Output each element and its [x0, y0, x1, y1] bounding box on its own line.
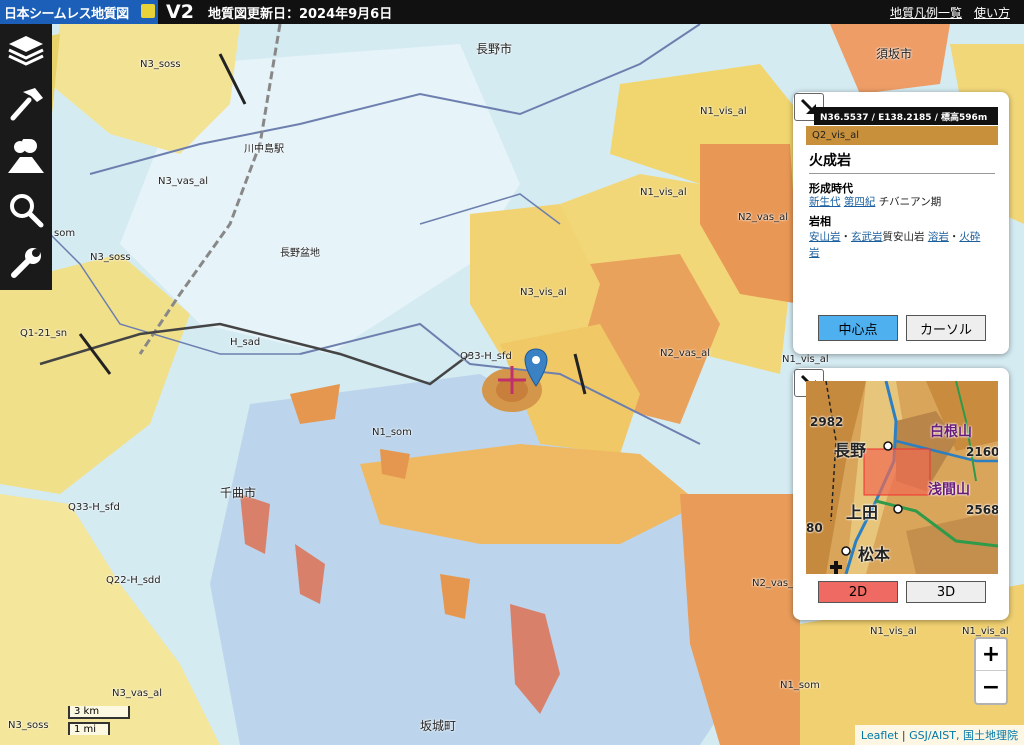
hammer-icon [10, 87, 43, 120]
unit-label: N3_soss [8, 720, 49, 731]
divider [809, 173, 995, 174]
zoom-control: + − [974, 637, 1008, 705]
overview-map[interactable]: 長野 白根山 浅間山 上田 松本 2982 2160 2568 80 [806, 381, 998, 574]
place-label: 須坂市 [876, 47, 913, 61]
lava-link[interactable]: 溶岩 [928, 231, 949, 243]
overview-elevation: 2568 [966, 503, 998, 517]
unit-label: som [54, 228, 76, 239]
map-update-date: 地質図更新日：2024年9月6日 [207, 6, 393, 22]
unit-label: N1_som [780, 680, 820, 691]
help-link[interactable]: 使い方 [974, 4, 1010, 21]
unit-label: N3_soss [90, 252, 131, 263]
cursor-button[interactable]: カーソル [906, 315, 986, 341]
unit-label: N3_vas_al [112, 688, 163, 699]
coordinates-readout: N36.5537 / E138.2185 / 標高596m [814, 107, 998, 125]
overview-label-shiraneyama: 白根山 [930, 424, 972, 440]
unit-label: N3_soss [140, 59, 181, 70]
overview-elevation: 2982 [810, 415, 844, 429]
layers-icon [8, 35, 44, 66]
zoom-in-button[interactable]: + [976, 639, 1006, 671]
era-link[interactable]: 新生代 [809, 196, 841, 208]
scale-bar-km: 3 km [68, 706, 130, 719]
view-3d-button[interactable]: 3D [906, 581, 986, 603]
unit-label: Q33-H_sfd [460, 351, 512, 362]
unit-label: N1_vis_al [700, 106, 747, 117]
rock-type-title: 火成岩 [809, 153, 851, 169]
gsi-link[interactable]: 国土地理院 [960, 729, 1018, 742]
unit-label: Q33-H_sfd [68, 502, 120, 513]
logo-badge-icon [141, 4, 155, 18]
stage-text: チバニアン期 [878, 196, 942, 208]
overview-elevation: 80 [806, 521, 823, 535]
lithology-text: 質安山岩 [882, 231, 925, 243]
overview-elevation: 2160 [966, 445, 998, 459]
unit-label: N1_vis_al [870, 626, 917, 637]
unit-label: N3_vas_al [158, 176, 209, 187]
scale-bar-mi: 1 mi [68, 722, 110, 735]
separator: ・ [948, 231, 960, 243]
zoom-out-button[interactable]: − [976, 671, 1006, 703]
unit-label: H_sad [230, 337, 261, 348]
unit-label: Q22-H_sdd [106, 575, 161, 586]
place-label: 長野盆地 [280, 248, 320, 259]
unit-label: N2_vas_al [660, 348, 711, 359]
place-label: 坂城町 [420, 719, 457, 733]
geology-tool-button[interactable] [0, 77, 52, 130]
pyroclastic-link-cont[interactable]: 岩 [809, 247, 820, 259]
separator: ・ [840, 231, 852, 243]
volcano-icon [8, 138, 44, 173]
unit-label: N1_vis_al [782, 354, 829, 365]
search-button[interactable] [0, 183, 52, 236]
settings-button[interactable] [0, 236, 52, 289]
view-2d-button[interactable]: 2D [818, 581, 898, 603]
location-marker-icon[interactable] [524, 348, 548, 388]
basalt-link[interactable]: 玄武岩 [851, 231, 883, 243]
app-logo[interactable]: 日本シームレス地質図 [0, 0, 158, 24]
attribution-separator: | [898, 729, 910, 742]
header-links: 地質凡例一覧 使い方 [890, 4, 1010, 21]
andesite-link[interactable]: 安山岩 [809, 231, 841, 243]
lithology-label: 岩相 [809, 215, 831, 228]
logo-text: 日本シームレス地質図 [4, 6, 129, 22]
formation-age-value: 新生代 第四紀 チバニアン期 [809, 194, 999, 210]
unit-label: N2_vas_al [738, 212, 789, 223]
gsj-link[interactable]: GSJ/AIST, [909, 729, 959, 742]
top-bar: 日本シームレス地質図 V2 地質図更新日：2024年9月6日 地質凡例一覧 使い… [0, 0, 1024, 24]
overview-label-matsumoto: 松本 [858, 545, 891, 564]
volcano-button[interactable] [0, 130, 52, 183]
unit-code-badge: Q2_vis_al [806, 126, 998, 145]
overview-label-nagano: 長野 [834, 441, 867, 460]
search-icon [10, 193, 44, 227]
leaflet-link[interactable]: Leaflet [861, 729, 898, 742]
unit-label: Q1-21_sn [20, 328, 68, 339]
unit-label: N1_vis_al [640, 187, 687, 198]
left-toolbar [0, 24, 52, 290]
pyroclastic-link[interactable]: 火砕 [959, 231, 980, 243]
unit-label: N1_vis_al [962, 626, 1009, 637]
place-label: 川中島駅 [244, 144, 284, 155]
unit-label: N1_som [372, 427, 412, 438]
place-label: 長野市 [476, 42, 513, 56]
map-attribution: Leaflet | GSJ/AIST, 国土地理院 [854, 725, 1024, 745]
period-link[interactable]: 第四紀 [844, 196, 876, 208]
overview-label-ueda: 上田 [846, 503, 879, 522]
layers-button[interactable] [0, 24, 52, 77]
version-label: V2 [166, 1, 194, 23]
lithology-value: 安山岩・玄武岩質安山岩 溶岩・火砕岩 [809, 229, 999, 261]
wrench-icon [11, 247, 41, 278]
legend-list-link[interactable]: 地質凡例一覧 [890, 4, 962, 21]
center-point-button[interactable]: 中心点 [818, 315, 898, 341]
overview-label-asamayama: 浅間山 [928, 482, 970, 498]
place-label: 千曲市 [220, 486, 257, 500]
unit-label: N3_vis_al [520, 287, 567, 298]
overview-map-canvas [806, 381, 998, 574]
